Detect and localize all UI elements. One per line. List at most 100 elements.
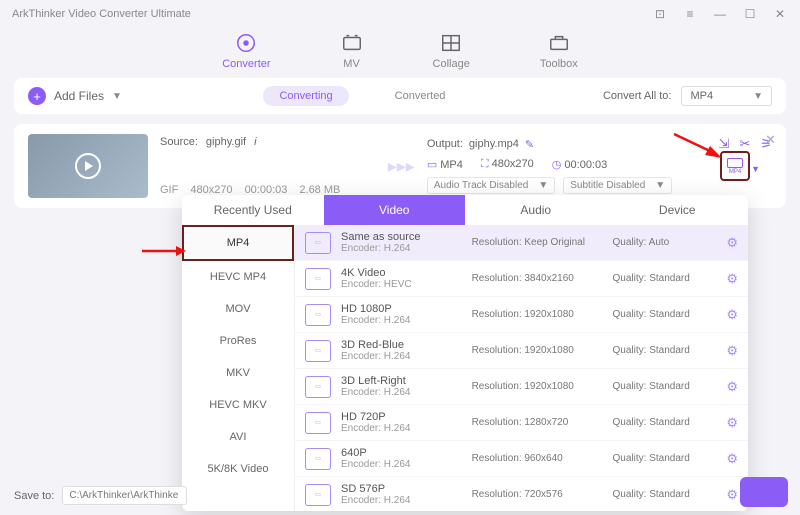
preset-icon: ▭ — [305, 412, 331, 434]
chevron-down-icon: ▼ — [751, 164, 760, 174]
gear-icon[interactable]: ⚙ — [726, 379, 738, 395]
video-thumbnail[interactable] — [28, 134, 148, 198]
toolbox-icon — [548, 32, 570, 54]
gear-icon[interactable]: ⚙ — [726, 271, 738, 287]
format-list-item[interactable]: MKV — [182, 357, 294, 389]
info-icon[interactable]: i — [254, 136, 256, 148]
tab-label: Toolbox — [540, 58, 578, 70]
preset-row[interactable]: ▭4K VideoEncoder: HEVCResolution: 3840x2… — [295, 261, 748, 297]
source-column: Source: giphy.gif i GIF 480x270 00:00:03… — [160, 134, 376, 198]
tab-device[interactable]: Device — [607, 195, 749, 225]
arrow-icon: ▸▸▸ — [388, 156, 415, 177]
save-to-path[interactable]: C:\ArkThinker\ArkThinke — [62, 486, 187, 505]
convert-all: Convert All to: MP4 ▼ — [603, 86, 772, 106]
tab-label: Collage — [433, 58, 470, 70]
compress-icon[interactable]: ⇲ — [719, 136, 730, 152]
format-icon: ▭ — [427, 159, 437, 171]
window-controls: ⊡ ≡ — ☐ ✕ — [652, 7, 788, 21]
tab-audio[interactable]: Audio — [465, 195, 607, 225]
subtitle-select[interactable]: Subtitle Disabled▼ — [563, 177, 672, 194]
output-format: MP4 — [440, 159, 463, 171]
app-title: ArkThinker Video Converter Ultimate — [12, 8, 191, 20]
format-category-tabs: Recently Used Video Audio Device — [182, 195, 748, 225]
minimize-icon[interactable]: — — [712, 7, 728, 21]
status-tabs: Converting Converted — [263, 86, 461, 106]
format-list[interactable]: MP4HEVC MP4MOVProResMKVHEVC MKVAVI5K/8K … — [182, 225, 294, 511]
remove-file-icon[interactable]: ✕ — [765, 132, 776, 148]
menu-icon[interactable]: ≡ — [682, 7, 698, 21]
tab-mv[interactable]: MV — [341, 32, 363, 70]
preset-row[interactable]: ▭HD 1080PEncoder: H.264Resolution: 1920x… — [295, 297, 748, 333]
gear-icon[interactable]: ⚙ — [726, 415, 738, 431]
source-filename: giphy.gif — [206, 136, 246, 148]
tab-converting[interactable]: Converting — [263, 86, 348, 106]
preset-row[interactable]: ▭3D Left-RightEncoder: H.264Resolution: … — [295, 369, 748, 405]
converter-icon — [235, 32, 257, 54]
preset-icon: ▭ — [305, 376, 331, 398]
format-list-item[interactable]: AVI — [182, 421, 294, 453]
tab-toolbox[interactable]: Toolbox — [540, 32, 578, 70]
format-list-item[interactable]: MP4 — [182, 225, 294, 261]
output-duration: 00:00:03 — [564, 159, 607, 171]
output-dimensions: 480x270 — [492, 158, 534, 170]
resolution-icon: ⛶ — [481, 158, 489, 170]
gear-icon[interactable]: ⚙ — [726, 451, 738, 467]
preset-row[interactable]: ▭640PEncoder: H.264Resolution: 960x640Qu… — [295, 441, 748, 477]
tab-converter[interactable]: Converter — [222, 32, 270, 70]
format-dropdown-panel: Recently Used Video Audio Device MP4HEVC… — [182, 195, 748, 511]
preset-icon: ▭ — [305, 304, 331, 326]
tab-collage[interactable]: Collage — [433, 32, 470, 70]
tab-recently-used[interactable]: Recently Used — [182, 195, 324, 225]
convert-all-button[interactable] — [740, 477, 788, 507]
tab-converted[interactable]: Converted — [379, 86, 462, 106]
edit-video-icon[interactable]: ✂ — [739, 136, 750, 152]
toolbar: + Add Files ▼ Converting Converted Conve… — [14, 78, 786, 114]
convert-all-label: Convert All to: — [603, 90, 671, 102]
tab-label: MV — [343, 58, 360, 70]
convert-all-select[interactable]: MP4 ▼ — [681, 86, 772, 106]
preset-icon: ▭ — [305, 268, 331, 290]
play-icon — [75, 153, 101, 179]
gear-icon[interactable]: ⚙ — [726, 235, 738, 251]
output-filename: giphy.mp4 — [469, 138, 519, 150]
audio-track-select[interactable]: Audio Track Disabled▼ — [427, 177, 555, 194]
output-label: Output: — [427, 138, 463, 150]
feedback-icon[interactable]: ⊡ — [652, 7, 668, 21]
format-list-item[interactable]: HEVC MKV — [182, 389, 294, 421]
save-to-label: Save to: — [14, 490, 54, 502]
gear-icon[interactable]: ⚙ — [726, 343, 738, 359]
chevron-down-icon: ▼ — [112, 91, 122, 102]
tab-video[interactable]: Video — [324, 195, 466, 225]
format-dropdown-button[interactable]: MP4 — [720, 151, 750, 181]
gear-icon[interactable]: ⚙ — [726, 307, 738, 323]
add-files-label: Add Files — [54, 89, 104, 103]
tab-label: Converter — [222, 58, 270, 70]
preset-icon: ▭ — [305, 340, 331, 362]
format-list-item[interactable]: HEVC MP4 — [182, 261, 294, 293]
format-list-item[interactable]: 5K/8K Video — [182, 453, 294, 485]
format-list-item[interactable]: MOV — [182, 293, 294, 325]
plus-icon: + — [28, 87, 46, 105]
chevron-down-icon: ▼ — [753, 91, 763, 102]
close-icon[interactable]: ✕ — [772, 7, 788, 21]
collage-icon — [440, 32, 462, 54]
preset-row[interactable]: ▭3D Red-BlueEncoder: H.264Resolution: 19… — [295, 333, 748, 369]
preset-row[interactable]: ▭SD 576PEncoder: H.264Resolution: 720x57… — [295, 477, 748, 511]
source-format: GIF — [160, 184, 178, 196]
convert-all-value: MP4 — [690, 90, 713, 102]
preset-row[interactable]: ▭Same as sourceEncoder: H.264Resolution:… — [295, 225, 748, 261]
annotation-arrow — [142, 244, 186, 258]
preset-icon: ▭ — [305, 484, 331, 506]
preset-list[interactable]: ▭Same as sourceEncoder: H.264Resolution:… — [294, 225, 748, 511]
format-list-item[interactable]: ProRes — [182, 325, 294, 357]
titlebar: ArkThinker Video Converter Ultimate ⊡ ≡ … — [0, 0, 800, 28]
source-label: Source: — [160, 136, 198, 148]
gear-icon[interactable]: ⚙ — [726, 487, 738, 503]
preset-row[interactable]: ▭HD 720PEncoder: H.264Resolution: 1280x7… — [295, 405, 748, 441]
clock-icon: ◷ — [552, 159, 562, 171]
preset-icon: ▭ — [305, 448, 331, 470]
add-files-button[interactable]: + Add Files ▼ — [28, 87, 122, 105]
top-nav: Converter MV Collage Toolbox — [0, 28, 800, 78]
maximize-icon[interactable]: ☐ — [742, 7, 758, 21]
edit-icon[interactable]: ✎ — [525, 138, 534, 151]
